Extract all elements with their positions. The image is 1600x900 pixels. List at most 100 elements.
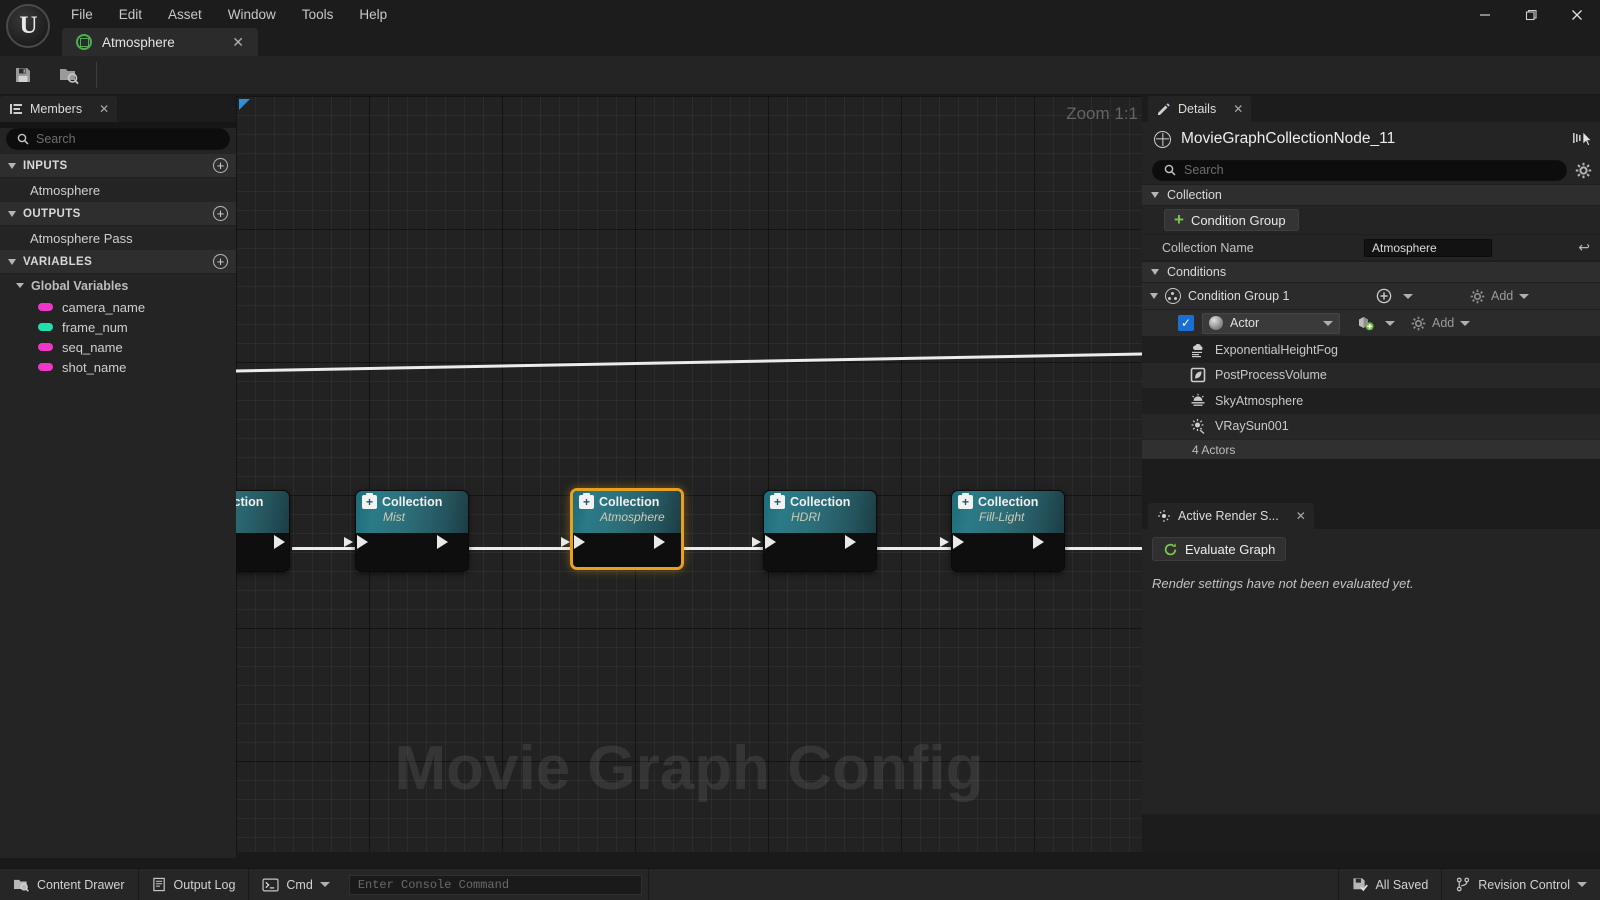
actor-condition-add-label[interactable]: Add	[1432, 316, 1454, 330]
variable-camera-name[interactable]: camera_name	[0, 297, 236, 317]
active-render-settings-tab-close-icon[interactable]: ✕	[1296, 509, 1306, 523]
menu-edit[interactable]: Edit	[106, 2, 155, 28]
tab-details[interactable]: Details ✕	[1148, 96, 1252, 122]
condition-group-1-row[interactable]: Condition Group 1 Add	[1142, 283, 1600, 310]
status-divider	[647, 868, 649, 900]
minimize-button[interactable]	[1462, 0, 1508, 30]
node-output-pin[interactable]	[274, 535, 285, 549]
node-input-arrow-icon	[752, 537, 761, 547]
browse-content-button[interactable]	[46, 56, 92, 94]
maximize-button[interactable]	[1508, 0, 1554, 30]
node-output-pin[interactable]	[845, 535, 856, 549]
expand-triangle-icon[interactable]	[1151, 192, 1159, 198]
condition-group-icon	[1165, 288, 1181, 304]
condition-group-gear-icon[interactable]	[1470, 289, 1485, 304]
graph-node-collection-atmosphere[interactable]: Collection Atmosphere	[561, 488, 684, 570]
actor-list-item-skyatmosphere[interactable]: SkyAtmosphere	[1142, 388, 1600, 414]
tab-members[interactable]: Members ✕	[0, 96, 118, 122]
add-variable-button[interactable]: +	[213, 254, 228, 269]
expand-triangle-icon[interactable]	[16, 283, 24, 288]
menu-asset[interactable]: Asset	[155, 2, 215, 28]
variable-type-pill	[38, 303, 53, 311]
revert-arrow-icon[interactable]: ↩	[1578, 239, 1590, 256]
members-search-input[interactable]: Search	[6, 128, 230, 150]
add-output-button[interactable]: +	[213, 206, 228, 221]
chevron-down-icon[interactable]	[1460, 320, 1471, 326]
variables-group-global[interactable]: Global Variables	[0, 274, 236, 297]
chevron-down-icon[interactable]	[319, 882, 330, 887]
node-output-pin[interactable]	[1033, 535, 1044, 549]
cmd-dropdown-button[interactable]: Cmd	[249, 869, 342, 900]
expand-triangle-icon[interactable]	[8, 162, 16, 169]
add-condition-plus-circle-icon[interactable]	[1376, 288, 1392, 304]
expand-triangle-icon[interactable]	[8, 258, 16, 265]
add-condition-group-button[interactable]: + Condition Group	[1164, 209, 1299, 231]
node-output-pin[interactable]	[654, 535, 665, 549]
actor-condition-checkbox[interactable]: ✓	[1178, 315, 1194, 331]
evaluate-graph-button[interactable]: Evaluate Graph	[1152, 537, 1287, 561]
graph-node-collection-mist[interactable]: Collection Mist	[344, 490, 469, 572]
variable-type-pill	[38, 363, 53, 371]
graph-node-collection-clipped[interactable]: Collection	[236, 490, 290, 572]
section-inputs[interactable]: INPUTS +	[0, 154, 236, 178]
pick-actor-icon[interactable]	[1572, 130, 1592, 148]
graph-canvas[interactable]: Zoom 1:1 Movie Graph Config Collection	[236, 96, 1142, 852]
output-log-button[interactable]: Output Log	[139, 869, 249, 900]
add-input-button[interactable]: +	[213, 158, 228, 173]
actor-type-dropdown[interactable]: Actor	[1202, 312, 1340, 334]
graph-node-collection-hdri[interactable]: Collection HDRI	[752, 490, 877, 572]
tab-close-icon[interactable]: ✕	[226, 34, 250, 51]
menu-help[interactable]: Help	[346, 2, 400, 28]
unreal-engine-logo[interactable]: U	[6, 4, 50, 48]
actor-list-item-vraysun001[interactable]: VRaySun001	[1142, 413, 1600, 439]
chevron-down-icon[interactable]	[1323, 320, 1333, 326]
tab-active-render-settings[interactable]: Active Render S... ✕	[1148, 503, 1314, 529]
menu-tools[interactable]: Tools	[289, 2, 347, 28]
add-object-icon[interactable]	[1357, 315, 1374, 331]
revision-control-button[interactable]: Revision Control	[1442, 869, 1600, 900]
menu-window[interactable]: Window	[215, 2, 289, 28]
section-variables[interactable]: VARIABLES +	[0, 250, 236, 274]
variable-seq-name[interactable]: seq_name	[0, 337, 236, 357]
details-search-input[interactable]: Search	[1152, 159, 1567, 181]
chevron-down-icon[interactable]	[1577, 882, 1587, 887]
node-type-label: Collection	[236, 495, 264, 509]
details-tab-close-icon[interactable]: ✕	[1233, 102, 1243, 116]
member-item-atmosphere-input[interactable]: Atmosphere	[0, 178, 236, 202]
expand-triangle-icon[interactable]	[1150, 293, 1158, 299]
details-settings-gear-icon[interactable]	[1575, 162, 1592, 179]
actor-condition-row[interactable]: ✓ Actor Add	[1142, 310, 1600, 337]
condition-group-add-label[interactable]: Add	[1491, 289, 1513, 303]
variables-group-label: Global Variables	[31, 278, 129, 293]
node-type-label: Collection	[790, 495, 851, 509]
graph-node-collection-fill-light[interactable]: Collection Fill-Light	[940, 490, 1065, 572]
collection-name-input[interactable]: Atmosphere	[1364, 238, 1492, 257]
node-input-pin[interactable]	[357, 535, 368, 549]
expand-triangle-icon[interactable]	[1151, 269, 1159, 275]
category-collection[interactable]: Collection	[1142, 184, 1600, 206]
variable-frame-num[interactable]: frame_num	[0, 317, 236, 337]
close-window-button[interactable]	[1554, 0, 1600, 30]
variable-shot-name[interactable]: shot_name	[0, 357, 236, 377]
members-tab-close-icon[interactable]: ✕	[99, 102, 109, 116]
all-saved-button[interactable]: All Saved	[1339, 869, 1441, 900]
node-input-pin[interactable]	[574, 535, 585, 549]
node-output-pin[interactable]	[437, 535, 448, 549]
save-button[interactable]	[0, 56, 46, 94]
content-drawer-button[interactable]: Content Drawer	[0, 869, 138, 900]
chevron-down-icon[interactable]	[1519, 293, 1530, 299]
menu-file[interactable]: File	[58, 2, 106, 28]
section-outputs[interactable]: OUTPUTS +	[0, 202, 236, 226]
console-command-input[interactable]: Enter Console Command	[348, 874, 642, 895]
condition-group-add-row: + Condition Group	[1142, 206, 1600, 235]
actor-condition-gear-icon[interactable]	[1411, 316, 1426, 331]
node-input-pin[interactable]	[765, 535, 776, 549]
node-input-pin[interactable]	[953, 535, 964, 549]
tab-atmosphere[interactable]: Atmosphere ✕	[62, 28, 258, 56]
actor-list-item-exponentialheightfog[interactable]: ExponentialHeightFog	[1142, 337, 1600, 363]
member-item-atmosphere-pass[interactable]: Atmosphere Pass	[0, 226, 236, 250]
actor-list-item-postprocessvolume[interactable]: PostProcessVolume	[1142, 362, 1600, 388]
category-conditions[interactable]: Conditions	[1142, 261, 1600, 283]
chevron-down-icon[interactable]	[1403, 293, 1413, 299]
expand-triangle-icon[interactable]	[8, 210, 16, 217]
